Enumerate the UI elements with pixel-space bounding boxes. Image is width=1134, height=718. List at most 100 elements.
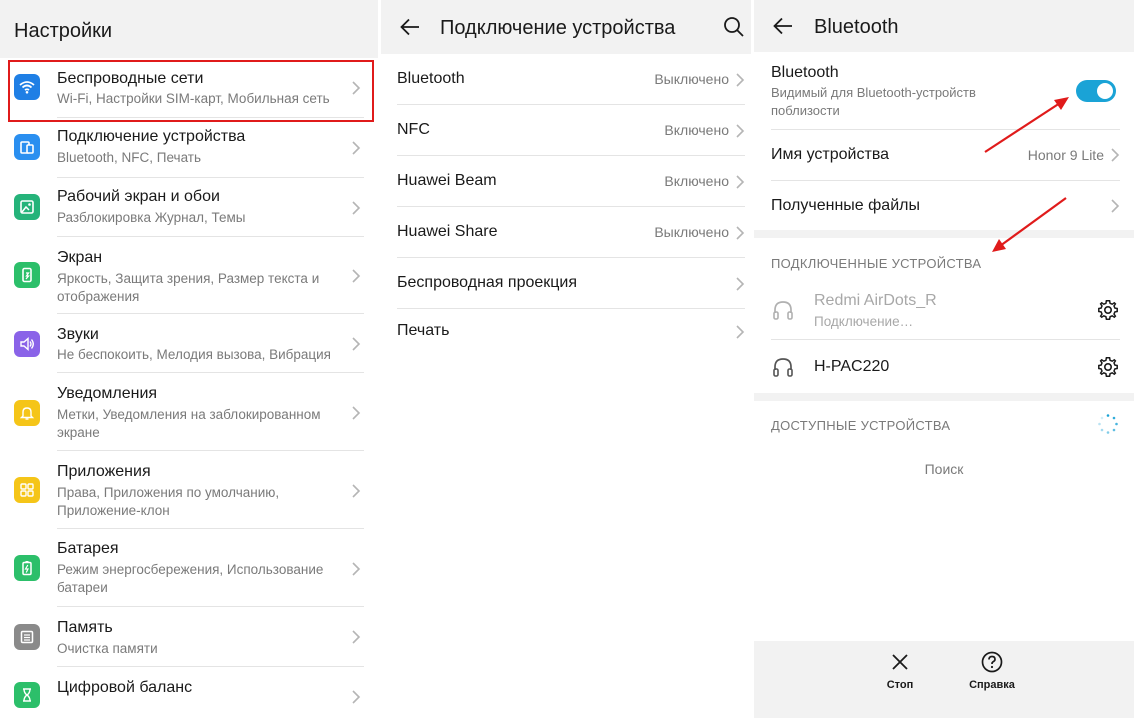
settings-item-device-connection[interactable]: Подключение устройства Bluetooth, NFC, П… xyxy=(0,118,378,178)
row-bluetooth[interactable]: Bluetooth Выключено xyxy=(381,54,751,105)
settings-item-notifications[interactable]: Уведомления Метки, Уведомления на заблок… xyxy=(0,373,378,451)
row-label: Беспроводная проекция xyxy=(397,274,578,291)
device-connection-icon xyxy=(14,134,40,160)
settings-item-title: Подключение устройства xyxy=(57,128,246,145)
settings-item-title: Цифровой баланс xyxy=(57,679,193,696)
help-icon xyxy=(981,651,1003,673)
available-devices-header: ДОСТУПНЫЕ УСТРОЙСТВА xyxy=(771,418,951,433)
settings-item-title: Звуки xyxy=(57,326,99,343)
headphones-icon xyxy=(773,301,793,320)
image-icon xyxy=(14,194,40,220)
device-name: H-PAC220 xyxy=(814,358,890,375)
settings-list: Беспроводные сети Wi-Fi, Настройки SIM-к… xyxy=(0,58,378,718)
connected-devices-card: ПОДКЛЮЧЕННЫЕ УСТРОЙСТВА Redmi AirDots_R … xyxy=(754,238,1134,393)
device-connection-panel: Подключение устройства Bluetooth Выключе… xyxy=(381,0,751,718)
settings-item-storage[interactable]: Память Очистка памяти xyxy=(0,607,378,667)
settings-item-subtitle: Метки, Уведомления на заблокированном эк… xyxy=(57,407,321,440)
received-files-row[interactable]: Полученные файлы xyxy=(754,181,1134,230)
settings-item-subtitle: Режим энергосбережения, Использование ба… xyxy=(57,562,324,595)
settings-item-sounds[interactable]: Звуки Не беспокоить, Мелодия вызова, Виб… xyxy=(0,314,378,373)
device-name-row[interactable]: Имя устройства Honor 9 Lite xyxy=(754,130,1134,180)
chevron-right-icon xyxy=(352,484,361,498)
header: Подключение устройства xyxy=(381,0,751,54)
bottom-action-bar: Стоп Справка xyxy=(754,643,1134,718)
hourglass-icon xyxy=(14,682,40,708)
settings-item-subtitle: Разблокировка Журнал, Темы xyxy=(57,210,246,225)
available-devices-card: ДОСТУПНЫЕ УСТРОЙСТВА Поиск xyxy=(754,401,1134,641)
device-status: Подключение… xyxy=(814,314,914,329)
searching-text: Поиск xyxy=(924,461,964,477)
row-label: NFC xyxy=(397,121,430,138)
back-arrow-icon[interactable] xyxy=(772,15,794,37)
highlight-box xyxy=(8,60,374,122)
row-status: Включено xyxy=(664,122,729,138)
settings-item-digital-balance[interactable]: Цифровой баланс xyxy=(0,667,378,718)
chevron-right-icon xyxy=(736,124,745,138)
gear-icon[interactable] xyxy=(1097,299,1119,321)
chevron-right-icon xyxy=(736,175,745,189)
row-huawei-beam[interactable]: Huawei Beam Включено xyxy=(381,156,751,207)
settings-item-subtitle: Очистка памяти xyxy=(57,641,158,656)
loading-spinner-icon xyxy=(1098,414,1118,434)
bluetooth-settings-card: Bluetooth Видимый для Bluetooth-устройст… xyxy=(754,52,1134,230)
row-label: Huawei Share xyxy=(397,223,498,240)
chevron-right-icon xyxy=(352,141,361,155)
chevron-right-icon xyxy=(1111,199,1120,213)
chevron-right-icon xyxy=(736,325,745,339)
settings-item-subtitle: Права, Приложения по умолчанию, Приложен… xyxy=(57,485,280,518)
close-icon xyxy=(892,654,908,670)
row-nfc[interactable]: NFC Включено xyxy=(381,105,751,156)
apps-grid-icon xyxy=(14,477,40,503)
row-status: Выключено xyxy=(654,71,729,87)
toggle-knob xyxy=(1097,83,1113,99)
help-button[interactable]: Справка xyxy=(952,651,1032,691)
row-huawei-share[interactable]: Huawei Share Выключено xyxy=(381,207,751,258)
bell-icon xyxy=(14,400,40,426)
chevron-right-icon xyxy=(1111,148,1120,162)
settings-item-subtitle: Bluetooth, NFC, Печать xyxy=(57,150,202,165)
row-status: Выключено xyxy=(654,224,729,240)
settings-item-title: Память xyxy=(57,619,113,636)
chevron-right-icon xyxy=(352,630,361,644)
device-name: Redmi AirDots_R xyxy=(814,292,937,309)
headphones-icon xyxy=(773,358,793,377)
connected-devices-header: ПОДКЛЮЧЕННЫЕ УСТРОЙСТВА xyxy=(771,256,982,271)
received-files-label: Полученные файлы xyxy=(771,197,920,214)
row-label: Huawei Beam xyxy=(397,172,497,189)
settings-item-title: Уведомления xyxy=(57,385,158,402)
settings-panel: Настройки Беспроводные сети Wi-Fi, Настр… xyxy=(0,0,378,718)
row-status: Включено xyxy=(664,173,729,189)
gear-icon[interactable] xyxy=(1097,356,1119,378)
settings-item-display[interactable]: Экран Яркость, Защита зрения, Размер тек… xyxy=(0,237,378,314)
chevron-right-icon xyxy=(736,73,745,87)
settings-item-subtitle: Не беспокоить, Мелодия вызова, Вибрация xyxy=(57,347,331,362)
chevron-right-icon xyxy=(352,406,361,420)
storage-icon xyxy=(14,624,40,650)
back-arrow-icon[interactable] xyxy=(399,16,421,38)
settings-item-title: Экран xyxy=(57,249,103,266)
settings-item-apps[interactable]: Приложения Права, Приложения по умолчани… xyxy=(0,451,378,529)
page-title: Bluetooth xyxy=(814,16,899,38)
device-row-redmi[interactable]: Redmi AirDots_R Подключение… xyxy=(754,284,1134,339)
settings-title: Настройки xyxy=(14,20,113,42)
device-name-label: Имя устройства xyxy=(771,146,890,163)
stop-label: Стоп xyxy=(886,679,914,691)
settings-item-battery[interactable]: Батарея Режим энергосбережения, Использо… xyxy=(0,529,378,607)
device-row-hpac[interactable]: H-PAC220 xyxy=(754,340,1134,393)
chevron-right-icon xyxy=(352,562,361,576)
chevron-right-icon xyxy=(352,269,361,283)
bluetooth-toggle[interactable] xyxy=(1076,80,1116,102)
header: Bluetooth xyxy=(754,0,1134,52)
stop-button[interactable]: Стоп xyxy=(860,651,940,691)
phone-brightness-icon xyxy=(14,262,40,288)
settings-item-title: Рабочий экран и обои xyxy=(57,188,220,205)
bluetooth-toggle-label: Bluetooth xyxy=(771,64,839,81)
settings-item-home-screen[interactable]: Рабочий экран и обои Разблокировка Журна… xyxy=(0,178,378,237)
row-label: Bluetooth xyxy=(397,70,465,87)
chevron-right-icon xyxy=(352,337,361,351)
row-printing[interactable]: Печать xyxy=(381,306,751,357)
row-wireless-projection[interactable]: Беспроводная проекция xyxy=(381,258,751,309)
battery-icon xyxy=(14,555,40,581)
row-label: Печать xyxy=(397,322,450,339)
search-icon[interactable] xyxy=(723,16,745,38)
